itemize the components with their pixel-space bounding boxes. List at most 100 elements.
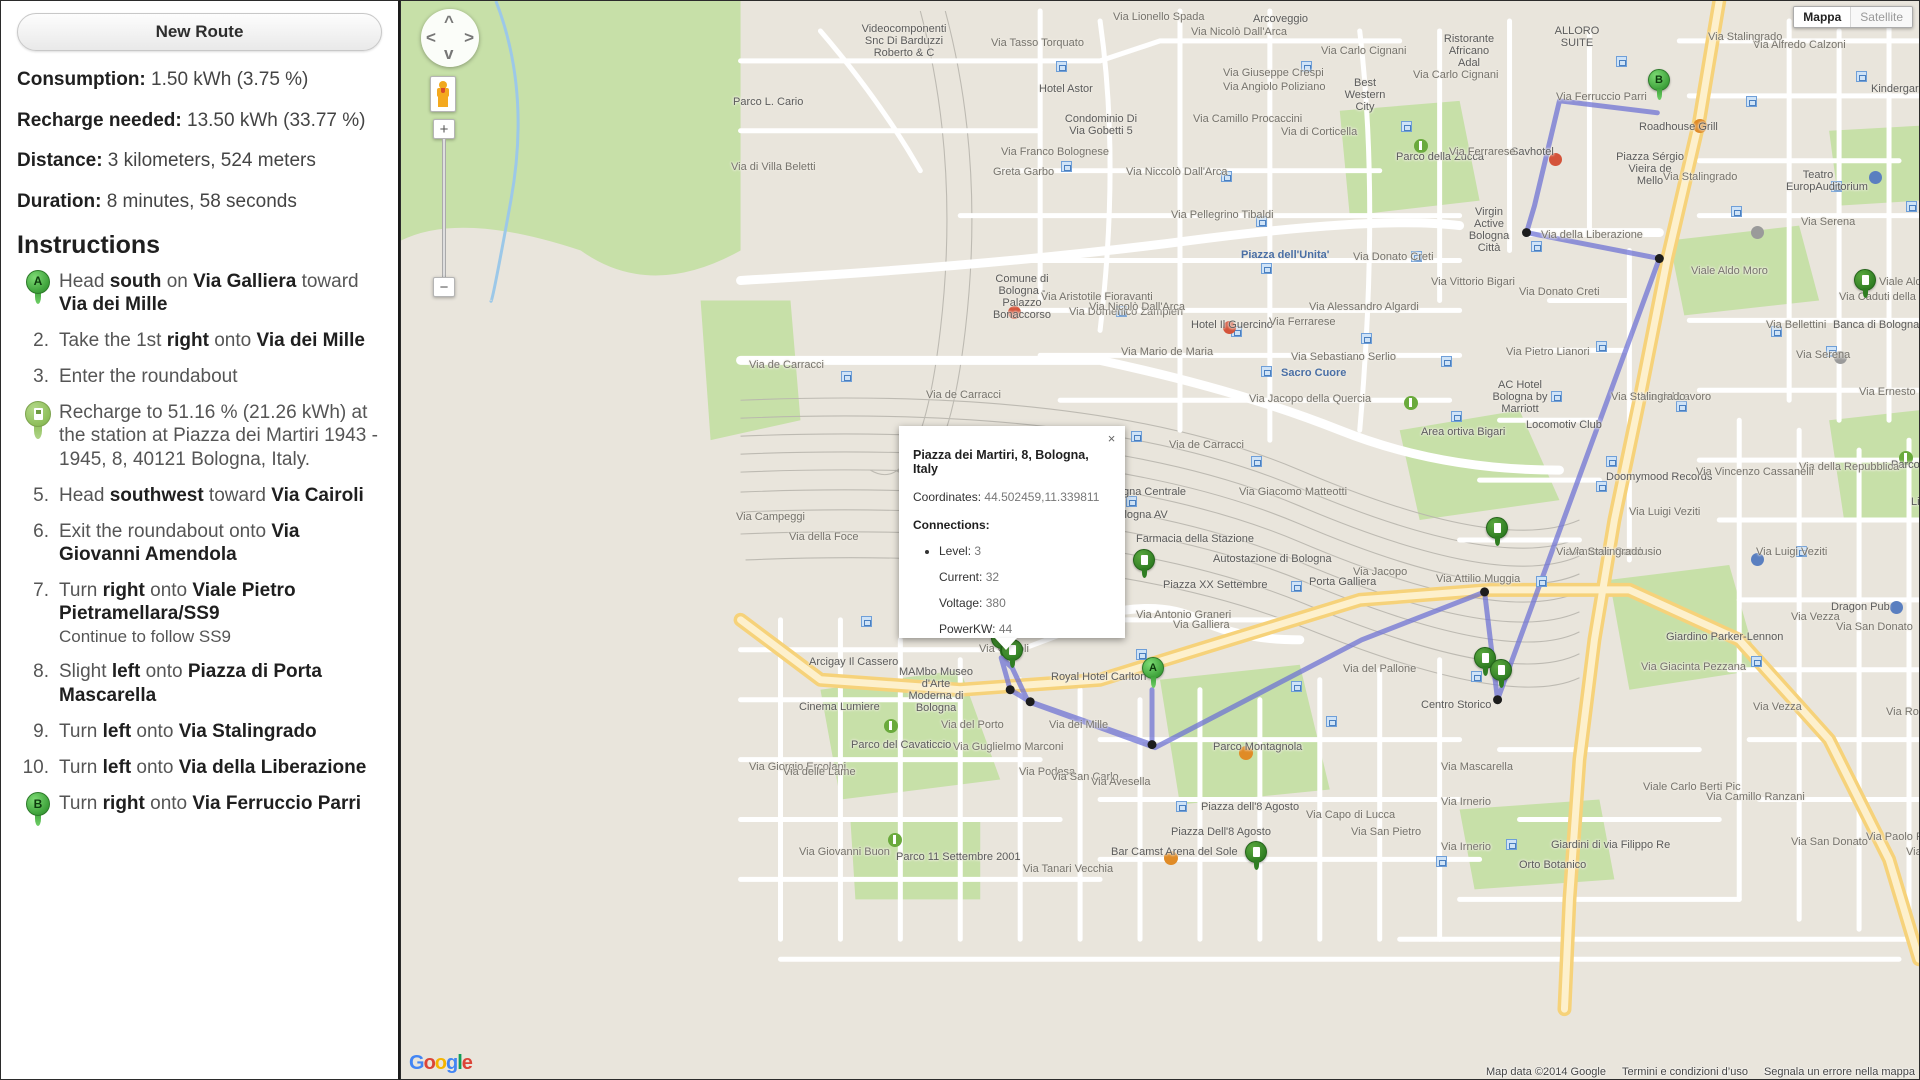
instruction-step[interactable]: 7. Turn right onto Viale Pietro Pietramel… bbox=[17, 579, 382, 647]
instruction-step[interactable]: 2. Take the 1st right onto Via dei Mille bbox=[17, 329, 382, 352]
map-label: Savhotel bbox=[1511, 146, 1554, 158]
map-label: Orto Botanico bbox=[1519, 859, 1587, 871]
instruction-step[interactable]: Recharge to 51.16 % (21.26 kWh) at the s… bbox=[17, 401, 382, 471]
map-label: Via Vezza bbox=[1791, 611, 1840, 623]
map-label: Via Mascarella bbox=[1441, 761, 1513, 773]
transit-stop-icon bbox=[1856, 71, 1867, 82]
instruction-step[interactable]: 3. Enter the roundabout bbox=[17, 365, 382, 388]
route-stat-value: 8 minutes, 58 seconds bbox=[101, 190, 297, 212]
street-view-pegman-icon[interactable] bbox=[430, 76, 456, 112]
map-label: Sacro Cuore bbox=[1281, 367, 1347, 379]
instruction-step-text: Enter the roundabout bbox=[59, 366, 238, 388]
map-label: Bar Camst Arena del Sole bbox=[1111, 846, 1238, 858]
map-poi-icon bbox=[888, 833, 902, 847]
transit-stop-icon bbox=[1176, 801, 1187, 812]
map-label: Via San Pietro bbox=[1351, 826, 1422, 838]
pan-up-icon[interactable]: ^ bbox=[444, 12, 454, 32]
instruction-step[interactable]: 10. Turn left onto Via della Liberazione bbox=[17, 756, 382, 779]
close-icon[interactable]: × bbox=[1105, 432, 1118, 445]
map-poi-icon bbox=[884, 719, 898, 733]
route-stat-label: Distance: bbox=[17, 150, 103, 172]
instruction-step[interactable]: 5. Head southwest toward Via Cairoli bbox=[17, 484, 382, 507]
instruction-step-number: 6. bbox=[33, 520, 49, 542]
map-poi-icon bbox=[1751, 226, 1764, 239]
map-label: Via Nicolò Dall'Arca bbox=[1089, 301, 1186, 313]
map-label: Via Giacomo Matteotti bbox=[1239, 486, 1348, 498]
transit-stop-icon bbox=[1441, 356, 1452, 367]
map-label: Parco del Cavaticcio bbox=[851, 739, 952, 751]
instruction-step-text: Recharge to 51.16 % (21.26 kWh) at the s… bbox=[59, 402, 378, 470]
google-logo: Google bbox=[409, 1052, 473, 1075]
route-stat-label: Duration: bbox=[17, 190, 102, 212]
zoom-slider-track[interactable] bbox=[442, 139, 446, 277]
map-label: Giardino Parker-Lennon bbox=[1666, 631, 1784, 643]
connection-property: Level: 3 bbox=[939, 544, 1107, 558]
map-type-map[interactable]: Mappa bbox=[1794, 7, 1851, 27]
pan-control[interactable]: ^ v < > bbox=[421, 9, 479, 67]
origin-marker[interactable]: A bbox=[1142, 657, 1164, 688]
map-type-control[interactable]: Mappa Satellite bbox=[1793, 6, 1913, 28]
info-window-tip bbox=[995, 638, 1017, 650]
map-label: Via Alessandro Algardi bbox=[1309, 301, 1419, 313]
map-attribution-link[interactable]: Termini e condizioni d’uso bbox=[1622, 1066, 1748, 1078]
route-stat-label: Recharge needed: bbox=[17, 109, 182, 131]
map-label: Arcoveggio bbox=[1253, 13, 1309, 25]
map-data-credit: Map data ©2014 Google bbox=[1485, 1066, 1606, 1078]
map-label: Via delle Lame bbox=[783, 766, 856, 778]
charging-station-marker[interactable] bbox=[1490, 659, 1512, 689]
connection-bullets: Level: 3 bbox=[939, 544, 1107, 558]
map-attribution: Map data ©2014 Google Termini e condizion… bbox=[1486, 1066, 1915, 1078]
map-label: Giardini di via Filippo Re bbox=[1551, 839, 1671, 851]
zoom-control[interactable]: + − bbox=[433, 119, 455, 297]
map-label: ALLORO SUITE bbox=[1554, 25, 1600, 49]
instruction-step-number: 2. bbox=[33, 329, 49, 351]
route-planner-app: New Route Consumption: 1.50 kWh (3.75 %)… bbox=[0, 0, 1920, 1080]
pan-right-icon[interactable]: > bbox=[464, 28, 474, 48]
transit-stop-icon bbox=[1436, 856, 1447, 867]
transit-stop-icon bbox=[1261, 263, 1272, 274]
map-attribution-link[interactable]: Segnala un errore nella mappa bbox=[1764, 1066, 1915, 1078]
instruction-step-number: 7. bbox=[33, 580, 49, 602]
charging-station-marker[interactable] bbox=[1486, 517, 1508, 547]
charging-station-marker[interactable] bbox=[1245, 841, 1267, 871]
map-label: Piazza Dell'8 Agosto bbox=[1171, 826, 1271, 838]
map-label: Via Giovanni Buon bbox=[799, 846, 890, 858]
map-label: Roadhouse Grill bbox=[1639, 121, 1718, 133]
map-label: Via Avesella bbox=[1091, 776, 1151, 788]
transit-stop-icon bbox=[1746, 96, 1757, 107]
map-label: Via Serena bbox=[1801, 216, 1856, 228]
map-label: Via Ferrarese bbox=[1449, 146, 1516, 158]
logo-letter: g bbox=[446, 1052, 458, 1074]
pan-left-icon[interactable]: < bbox=[426, 28, 436, 48]
connection-key: PowerKW: bbox=[939, 622, 996, 636]
instruction-step[interactable]: 9. Turn left onto Via Stalingrado bbox=[17, 720, 382, 743]
new-route-button[interactable]: New Route bbox=[17, 13, 382, 51]
zoom-in-button[interactable]: + bbox=[433, 119, 455, 139]
connection-key: Current: bbox=[939, 570, 983, 584]
route-stat-value: 3 kilometers, 524 meters bbox=[102, 150, 316, 172]
map-label: Kindergarten bbox=[1871, 83, 1919, 95]
map-label: Hotel Il Guercino bbox=[1191, 319, 1273, 331]
zoom-out-button[interactable]: − bbox=[433, 277, 455, 297]
transit-stop-icon bbox=[1131, 431, 1142, 442]
transit-stop-icon bbox=[1451, 411, 1462, 422]
map-label: Via San Donato bbox=[1836, 621, 1913, 633]
instruction-step[interactable]: 8. Slight left onto Piazza di Porta Masca… bbox=[17, 660, 382, 706]
map-label: Via Luigi Veziti bbox=[1756, 546, 1828, 558]
map-type-satellite[interactable]: Satellite bbox=[1850, 7, 1912, 27]
pan-down-icon[interactable]: v bbox=[444, 44, 453, 64]
charging-station-marker[interactable] bbox=[1854, 269, 1876, 299]
charging-station-marker[interactable] bbox=[1133, 549, 1155, 579]
instruction-step[interactable]: 6. Exit the roundabout onto Via Giovanni … bbox=[17, 520, 382, 566]
destination-marker[interactable]: B bbox=[1648, 69, 1670, 100]
map-canvas[interactable]: Videocomponenti Snc Di Barduzzi Roberto … bbox=[400, 0, 1920, 1080]
map-label: Arcigay Il Cassero bbox=[809, 656, 899, 668]
transit-stop-icon bbox=[1251, 456, 1262, 467]
route-stat: Duration: 8 minutes, 58 seconds bbox=[17, 189, 382, 215]
instruction-step[interactable]: B Turn right onto Via Ferruccio Parri bbox=[17, 792, 382, 828]
map-label: Via Pellegrino Tibaldi bbox=[1171, 209, 1274, 221]
transit-stop-icon bbox=[1536, 576, 1547, 587]
instruction-step[interactable]: A Head south on Via Galliera toward Via d… bbox=[17, 269, 382, 316]
map-label: Via Paolo Fabbri bbox=[1866, 831, 1919, 843]
map-label: Hotel Astor bbox=[1039, 83, 1093, 95]
